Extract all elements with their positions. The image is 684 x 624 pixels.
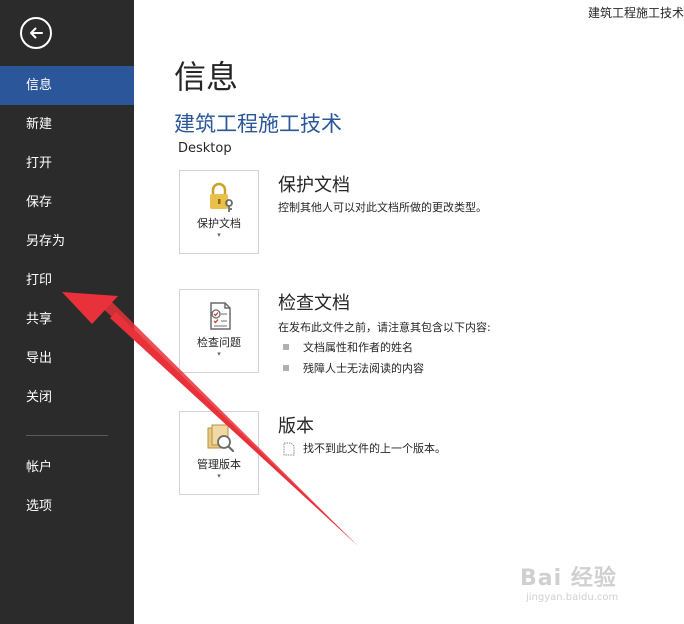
inspect-bullet-item: 文档属性和作者的姓名 [283,339,413,355]
versions-info: 找不到此文件的上一个版本。 [283,440,446,456]
sidebar-item-save-as[interactable]: 另存为 [0,222,134,261]
protect-document-button[interactable]: 保护文档 ▾ [179,170,259,254]
sidebar-item-save[interactable]: 保存 [0,183,134,222]
inspect-document-button[interactable]: 检查问题 ▾ [179,289,259,373]
lock-key-icon [210,182,233,212]
bullet-square-icon [283,344,289,350]
inspect-section-description: 在发布此文件之前，请注意其包含以下内容: [278,321,491,334]
chevron-down-icon: ▾ [217,472,221,480]
inspect-bullet-item: 残障人士无法阅读的内容 [283,360,424,376]
bullet-text: 残障人士无法阅读的内容 [303,362,424,375]
document-path[interactable]: Desktop [178,141,232,156]
manage-versions-button[interactable]: 管理版本 ▾ [179,411,259,495]
document-icon [283,442,295,456]
sidebar-item-account[interactable]: 帐户 [0,448,134,487]
protect-section-description: 控制其他人可以对此文档所做的更改类型。 [278,201,487,214]
back-arrow-icon [30,27,43,39]
sidebar-item-close[interactable]: 关闭 [0,378,134,417]
versions-icon [207,424,235,453]
sidebar-item-info[interactable]: 信息 [0,66,134,105]
inspect-tile-label: 检查问题 [197,336,241,349]
watermark-url: jingyan.baidu.com [526,592,619,603]
chevron-down-icon: ▾ [217,231,221,239]
versions-section-title: 版本 [278,416,314,437]
watermark: Bai 经验 jingyan.baidu.com [520,560,618,603]
document-title: 建筑工程施工技术 [174,112,342,136]
window-title: 建筑工程施工技术 [587,6,684,20]
inspect-section-title: 检查文档 [278,293,350,314]
back-button[interactable] [20,17,52,49]
chevron-down-icon: ▾ [217,350,221,358]
backstage-sidebar: 信息 新建 打开 保存 另存为 打印 共享 导出 关闭 帐户 选项 [0,0,134,624]
bullet-square-icon [283,365,289,371]
sidebar-nav: 信息 新建 打开 保存 另存为 打印 共享 导出 关闭 帐户 选项 [0,66,134,526]
checklist-icon [210,302,231,330]
bullet-text: 文档属性和作者的姓名 [303,341,413,354]
sidebar-item-share[interactable]: 共享 [0,300,134,339]
watermark-logo: Bai 经验 [520,566,617,591]
page-title: 信息 [174,58,239,96]
protect-section-title: 保护文档 [278,175,350,196]
versions-description: 找不到此文件的上一个版本。 [303,442,446,455]
sidebar-item-open[interactable]: 打开 [0,144,134,183]
sidebar-divider [26,435,108,436]
versions-tile-label: 管理版本 [197,458,241,471]
protect-tile-label: 保护文档 [197,217,241,230]
sidebar-item-print[interactable]: 打印 [0,261,134,300]
sidebar-item-new[interactable]: 新建 [0,105,134,144]
sidebar-item-options[interactable]: 选项 [0,487,134,526]
sidebar-item-export[interactable]: 导出 [0,339,134,378]
